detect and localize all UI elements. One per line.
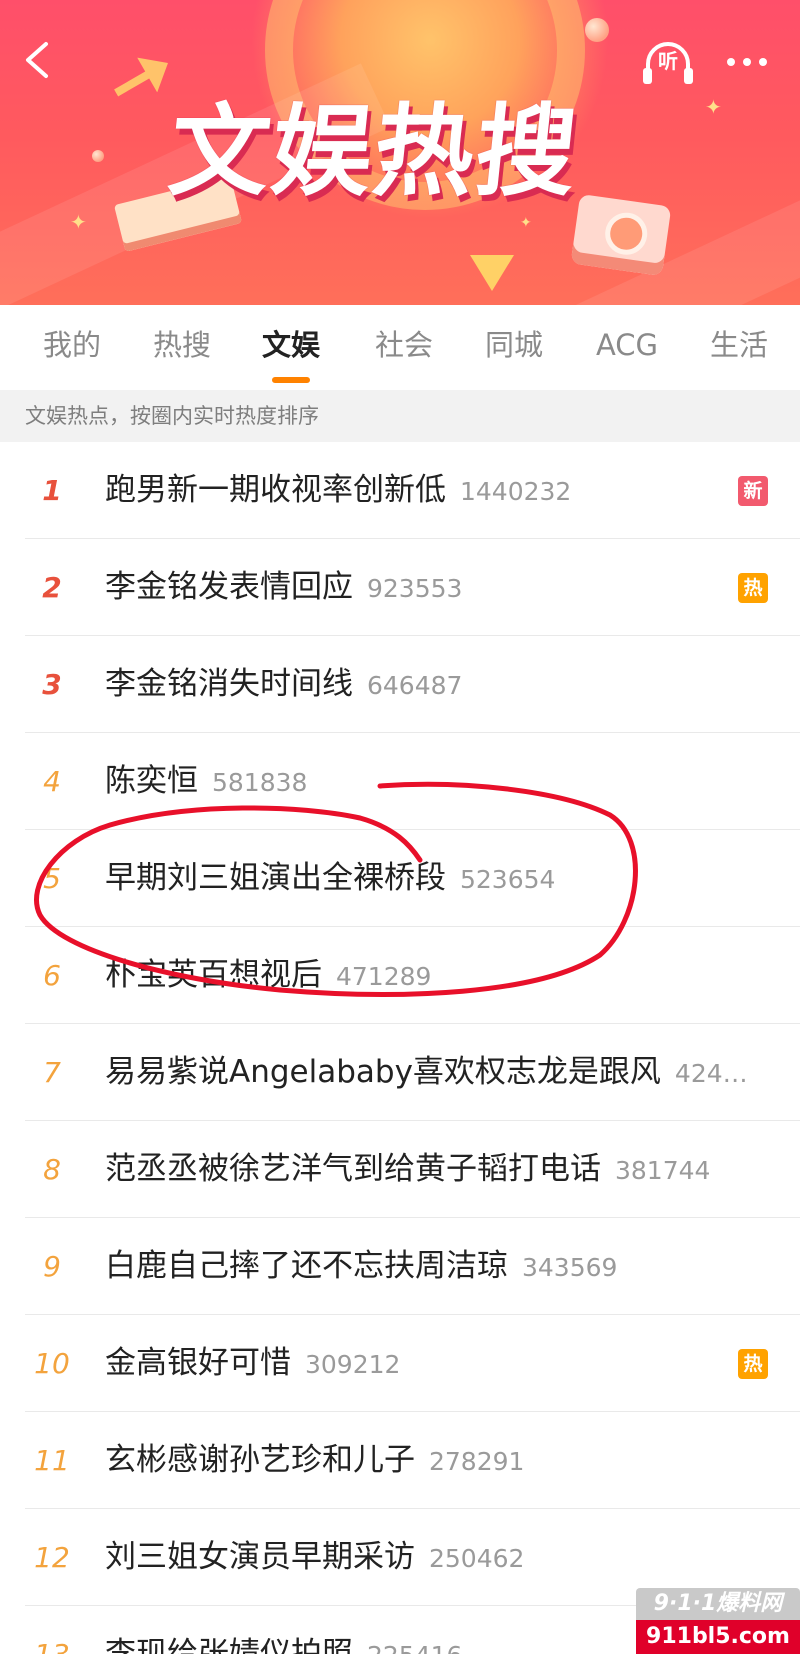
item-text: 李金铭发表情回应 923553 xyxy=(105,539,770,636)
item-title: 跑男新一期收视率创新低 xyxy=(105,472,446,508)
item-heat-count: 424… xyxy=(674,1059,748,1088)
more-button[interactable] xyxy=(722,48,772,76)
list-item[interactable]: 3 李金铭消失时间线 646487 xyxy=(0,636,800,733)
item-text: 早期刘三姐演出全裸桥段 523654 xyxy=(105,830,770,927)
item-heat-count: 646487 xyxy=(367,671,463,700)
tab-mine[interactable]: 我的 xyxy=(30,305,114,390)
item-text: 金高银好可惜 309212 xyxy=(105,1315,770,1412)
triangle-decoration xyxy=(470,255,514,291)
item-title: 朴宝英百想视后 xyxy=(105,957,322,993)
watermark-logo-text: 9·1·1爆料网 xyxy=(636,1588,800,1620)
rank-number: 5 xyxy=(43,862,61,895)
banner-ball-decoration xyxy=(92,150,104,162)
item-text: 跑男新一期收视率创新低 1440232 xyxy=(105,442,770,539)
item-title: 刘三姐女演员早期采访 xyxy=(105,1539,415,1575)
rank-number: 7 xyxy=(43,1056,61,1089)
category-tabs: 我的 热搜 文娱 社会 同城 ACG 生活 xyxy=(0,305,800,390)
tab-society[interactable]: 社会 xyxy=(362,305,446,390)
list-item[interactable]: 10 金高银好可惜 309212 热 xyxy=(0,1315,800,1412)
hot-badge: 热 xyxy=(738,573,768,603)
back-chevron-icon xyxy=(26,42,48,78)
rank-number: 2 xyxy=(42,571,62,604)
item-heat-count: 343569 xyxy=(522,1253,618,1282)
list-item[interactable]: 9 白鹿自己摔了还不忘扶周洁琼 343569 xyxy=(0,1218,800,1315)
item-title: 范丞丞被徐艺洋气到给黄子韬打电话 xyxy=(105,1151,601,1187)
tab-acg[interactable]: ACG xyxy=(582,305,672,390)
item-heat-count: 923553 xyxy=(367,574,463,603)
list-item[interactable]: 1 跑男新一期收视率创新低 1440232 新 xyxy=(0,442,800,539)
item-heat-count: 523654 xyxy=(460,865,556,894)
item-title: 早期刘三姐演出全裸桥段 xyxy=(105,860,446,896)
item-title: 李现给张婧仪拍照 xyxy=(105,1636,353,1654)
hot-badge: 热 xyxy=(738,1349,768,1379)
item-heat-count: 250462 xyxy=(429,1544,525,1573)
item-text: 范丞丞被徐艺洋气到给黄子韬打电话 381744 xyxy=(105,1121,770,1218)
list-item[interactable]: 5 早期刘三姐演出全裸桥段 523654 xyxy=(0,830,800,927)
item-text: 玄彬感谢孙艺珍和儿子 278291 xyxy=(105,1412,770,1509)
list-item[interactable]: 8 范丞丞被徐艺洋气到给黄子韬打电话 381744 xyxy=(0,1121,800,1218)
hot-search-list: 1 跑男新一期收视率创新低 1440232 新 2 李金铭发表情回应 923553 … xyxy=(0,442,800,1654)
item-heat-count: 471289 xyxy=(336,962,432,991)
list-description: 文娱热点，按圈内实时热度排序 xyxy=(0,390,800,442)
item-heat-count: 309212 xyxy=(305,1350,401,1379)
sparkle-icon: ✦ xyxy=(705,95,722,119)
header-banner: ✦ ✦ ✦ 文娱热搜 听 xyxy=(0,0,800,305)
item-heat-count: 278291 xyxy=(429,1447,525,1476)
listen-button[interactable]: 听 xyxy=(640,38,696,88)
item-title: 李金铭消失时间线 xyxy=(105,666,353,702)
list-item[interactable]: 2 李金铭发表情回应 923553 热 xyxy=(0,539,800,636)
tab-local[interactable]: 同城 xyxy=(472,305,556,390)
rank-number: 13 xyxy=(28,1606,76,1654)
list-item[interactable]: 7 易易紫说Angelababy喜欢权志龙是跟风 424… xyxy=(0,1024,800,1121)
item-title: 金高银好可惜 xyxy=(105,1345,291,1381)
item-text: 陈奕恒 581838 xyxy=(105,733,770,830)
arrow-decoration xyxy=(106,46,178,111)
back-button[interactable] xyxy=(18,40,58,80)
item-heat-count: 381744 xyxy=(615,1156,711,1185)
item-title: 李金铭发表情回应 xyxy=(105,569,353,605)
item-title: 陈奕恒 xyxy=(105,763,198,799)
site-watermark: 9·1·1爆料网 911bl5.com xyxy=(636,1588,800,1654)
item-text: 易易紫说Angelababy喜欢权志龙是跟风 424… xyxy=(105,1024,770,1121)
tab-hot-search[interactable]: 热搜 xyxy=(140,305,224,390)
sparkle-icon: ✦ xyxy=(520,215,532,231)
sparkle-icon: ✦ xyxy=(70,210,87,234)
item-text: 白鹿自己摔了还不忘扶周洁琼 343569 xyxy=(105,1218,770,1315)
rank-number: 1 xyxy=(42,474,62,507)
rank-number: 4 xyxy=(43,765,61,798)
item-text: 朴宝英百想视后 471289 xyxy=(105,927,770,1024)
page-title: 文娱热搜 xyxy=(163,93,585,210)
item-text: 李金铭消失时间线 646487 xyxy=(105,636,770,733)
active-tab-indicator xyxy=(272,377,310,383)
rank-number: 10 xyxy=(34,1347,70,1380)
rank-number: 3 xyxy=(42,668,62,701)
banner-ball-decoration xyxy=(585,18,609,42)
item-heat-count: 581838 xyxy=(212,768,308,797)
list-item[interactable]: 6 朴宝英百想视后 471289 xyxy=(0,927,800,1024)
item-title: 易易紫说Angelababy喜欢权志龙是跟风 xyxy=(105,1054,661,1090)
more-dots-icon xyxy=(727,58,767,66)
rank-number: 12 xyxy=(34,1541,70,1574)
watermark-url: 911bl5.com xyxy=(636,1620,800,1654)
item-heat-count: 225416 xyxy=(367,1641,462,1654)
rank-number: 6 xyxy=(43,959,61,992)
tab-life[interactable]: 生活 xyxy=(697,305,781,390)
item-title: 白鹿自己摔了还不忘扶周洁琼 xyxy=(105,1248,508,1284)
rank-number: 11 xyxy=(34,1444,70,1477)
listen-label: 听 xyxy=(658,49,678,73)
rank-number: 9 xyxy=(43,1250,61,1283)
list-item[interactable]: 11 玄彬感谢孙艺珍和儿子 278291 xyxy=(0,1412,800,1509)
item-heat-count: 1440232 xyxy=(460,477,572,506)
new-badge: 新 xyxy=(738,476,768,506)
list-item[interactable]: 4 陈奕恒 581838 xyxy=(0,733,800,830)
item-title: 玄彬感谢孙艺珍和儿子 xyxy=(105,1442,415,1478)
rank-number: 8 xyxy=(43,1153,61,1186)
